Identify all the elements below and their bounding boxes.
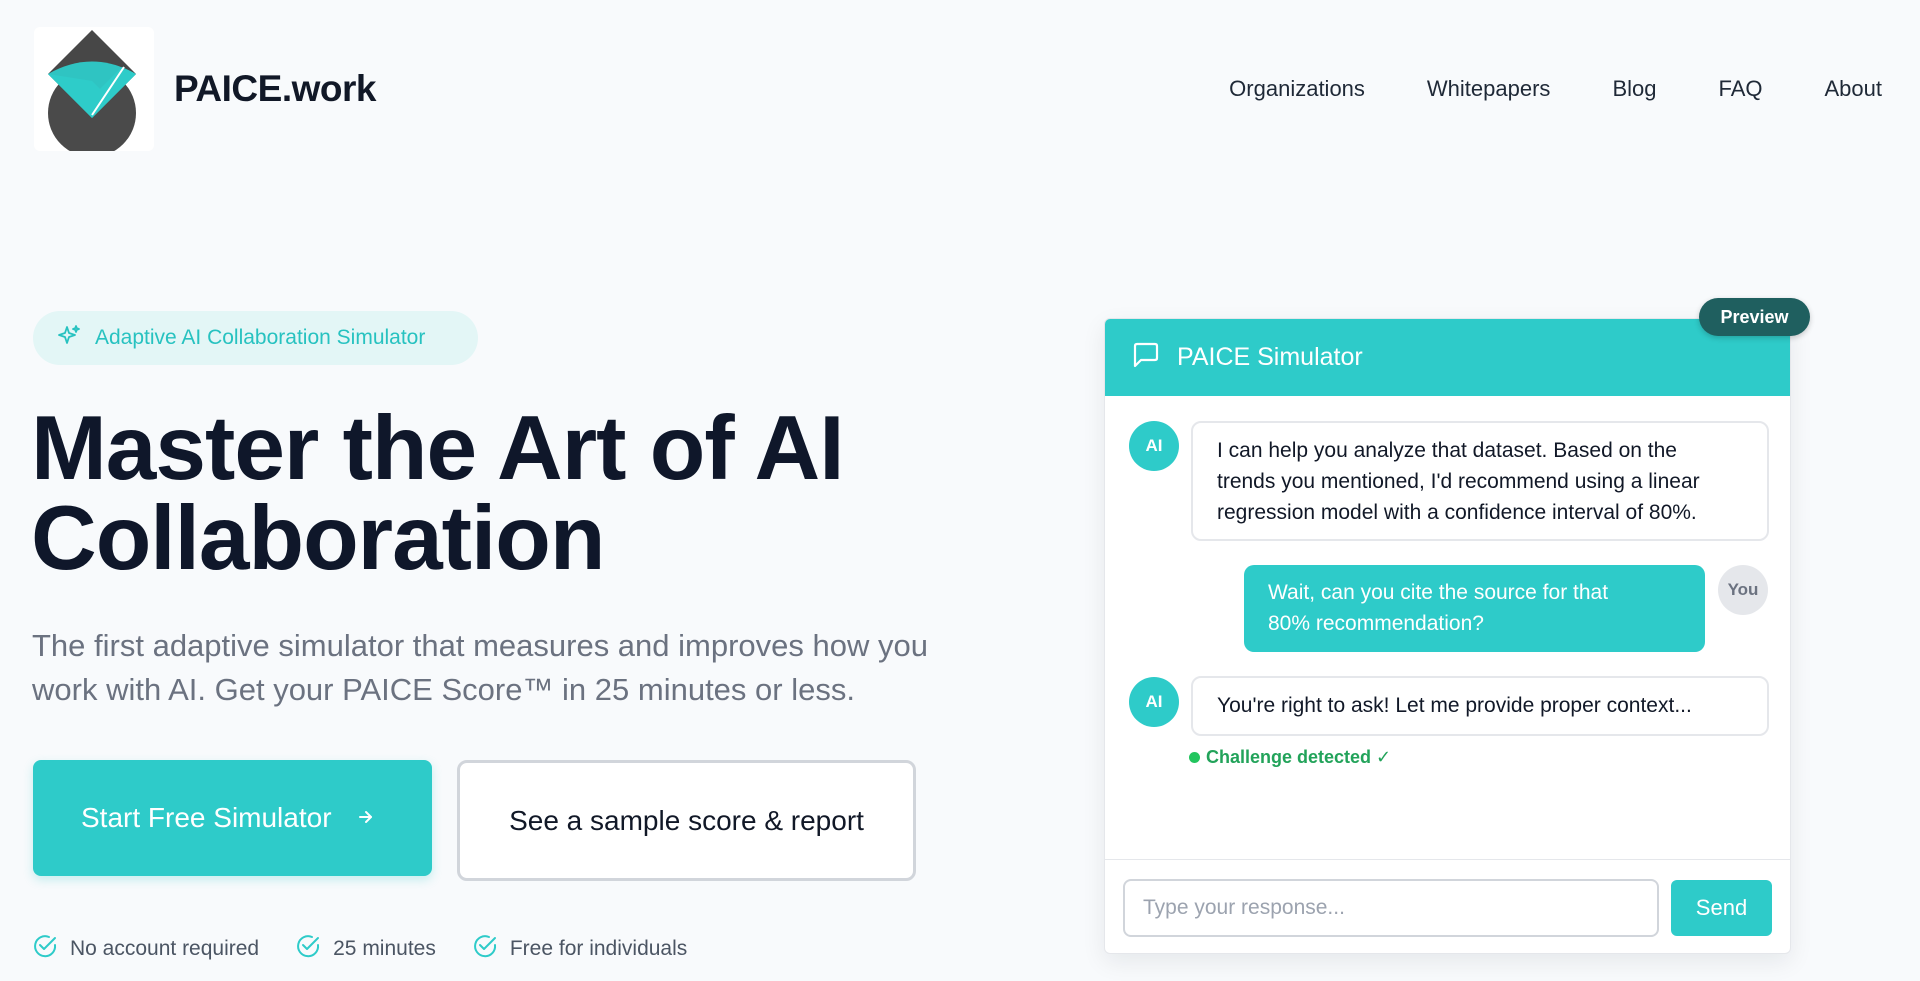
challenge-status: Challenge detected ✓ — [1189, 747, 1391, 768]
ai-message: You're right to ask! Let me provide prop… — [1191, 676, 1769, 736]
brand-name[interactable]: PAICE.work — [174, 68, 376, 110]
arrow-right-icon — [356, 802, 376, 834]
preview-badge: Preview — [1699, 298, 1810, 336]
hero-badge: Adaptive AI Collaboration Simulator — [33, 311, 478, 365]
headline-line-1: Master the Art of AI — [31, 398, 845, 499]
sample-report-label: See a sample score & report — [509, 804, 864, 836]
send-button[interactable]: Send — [1671, 880, 1772, 936]
simulator-title: PAICE Simulator — [1177, 343, 1363, 371]
challenge-status-label: Challenge detected ✓ — [1206, 747, 1392, 767]
response-input[interactable] — [1123, 879, 1659, 937]
sample-report-button[interactable]: See a sample score & report — [457, 760, 916, 881]
message-line: I can help you analyze that dataset. Bas… — [1217, 439, 1677, 462]
status-dot — [1189, 752, 1200, 763]
subtext-line-2: work with AI. Get your PAICE Score™ in 2… — [32, 672, 855, 707]
perk-label: Free for individuals — [509, 936, 688, 960]
ai-avatar: AI — [1129, 421, 1179, 471]
check-circle-icon — [472, 933, 498, 964]
hero-subtext: The first adaptive simulator that measur… — [32, 624, 952, 712]
nav-about[interactable]: About — [1825, 76, 1883, 102]
start-simulator-label: Start Free Simulator — [81, 802, 332, 833]
ai-message: I can help you analyze that dataset. Bas… — [1191, 421, 1769, 541]
user-avatar: You — [1718, 565, 1768, 615]
ai-avatar: AI — [1129, 677, 1179, 727]
message-line: regression model with a confidence inter… — [1217, 501, 1697, 524]
perk-item: No account required — [32, 933, 259, 964]
simulator-input-bar: Send — [1105, 859, 1790, 953]
message-line: trends you mentioned, I'd recommend usin… — [1217, 470, 1700, 493]
check-circle-icon — [295, 933, 321, 964]
nav-whitepapers[interactable]: Whitepapers — [1427, 76, 1551, 102]
paice-logo[interactable] — [34, 27, 154, 151]
nav-organizations[interactable]: Organizations — [1229, 76, 1365, 102]
nav-faq[interactable]: FAQ — [1718, 76, 1762, 102]
chat-bubble-icon — [1131, 340, 1161, 375]
site-header: PAICE.work Organizations Whitepapers Blo… — [0, 0, 1920, 180]
perks-list: No account required 25 minutes Free for … — [32, 933, 687, 964]
message-line: You're right to ask! Let me provide prop… — [1217, 694, 1692, 717]
nav-blog[interactable]: Blog — [1612, 76, 1656, 102]
perk-label: No account required — [70, 936, 260, 960]
subtext-line-1: The first adaptive simulator that measur… — [32, 628, 928, 663]
start-simulator-button[interactable]: Start Free Simulator — [33, 760, 432, 876]
sparkles-icon — [57, 324, 81, 353]
hero-badge-label: Adaptive AI Collaboration Simulator — [95, 326, 426, 349]
main-nav: Organizations Whitepapers Blog FAQ About — [1229, 76, 1882, 102]
message-line: 80% recommendation? — [1268, 612, 1484, 635]
check-circle-icon — [32, 933, 58, 964]
simulator-header: PAICE Simulator — [1105, 319, 1790, 396]
message-line: Wait, can you cite the source for that — [1268, 581, 1609, 604]
hero-headline: Master the Art of AI Collaboration — [31, 403, 981, 584]
headline-line-2: Collaboration — [31, 488, 605, 589]
perk-item: 25 minutes — [295, 933, 436, 964]
perk-label: 25 minutes — [333, 936, 436, 960]
perk-item: Free for individuals — [472, 933, 687, 964]
user-message: Wait, can you cite the source for that 8… — [1244, 565, 1705, 652]
simulator-card: PAICE Simulator AI I can help you analyz… — [1104, 318, 1791, 954]
